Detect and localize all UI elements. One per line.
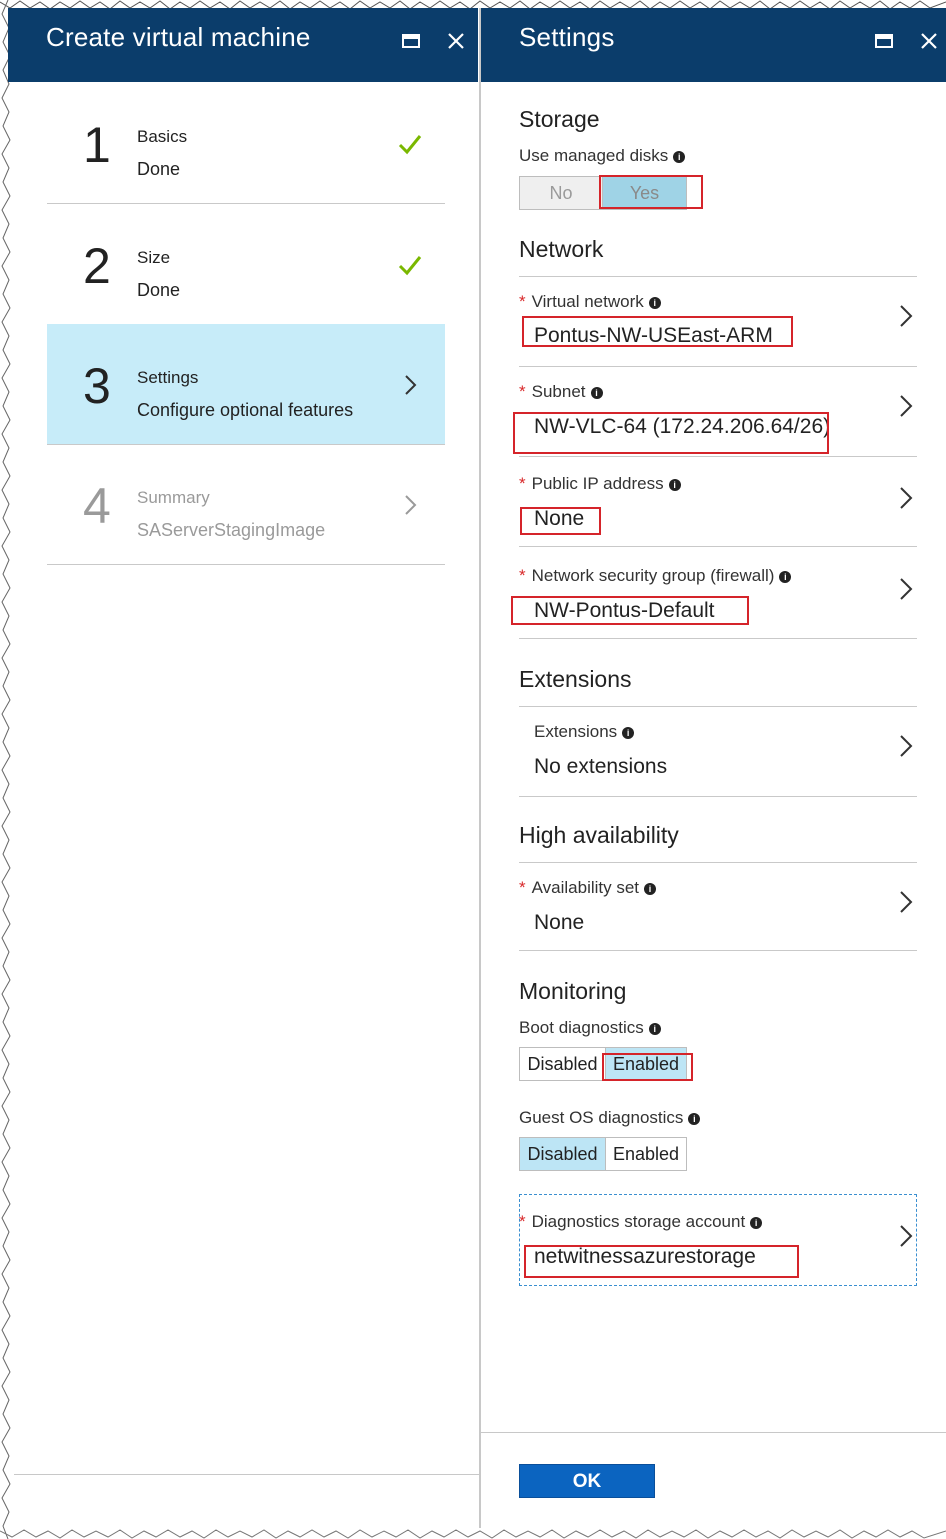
close-icon[interactable] <box>445 30 467 52</box>
chevron-right-icon[interactable] <box>898 733 914 759</box>
info-icon[interactable]: i <box>688 1112 701 1125</box>
high-availability-section-title: High availability <box>519 822 679 848</box>
info-icon[interactable]: i <box>673 150 686 163</box>
info-icon[interactable]: i <box>648 1022 661 1035</box>
boot-diagnostics-label: Boot diagnostics i <box>519 1018 661 1038</box>
info-icon[interactable]: i <box>590 386 603 399</box>
step-summary[interactable]: 4 Summary SAServerStagingImage <box>47 444 445 565</box>
info-icon[interactable]: i <box>779 570 792 583</box>
divider <box>519 276 917 277</box>
step-label: Summary <box>137 488 210 507</box>
managed-disks-label: Use managed disks i <box>519 146 686 166</box>
chevron-right-icon <box>405 495 417 515</box>
annotation-highlight <box>599 175 703 209</box>
toggle-option-enabled[interactable]: Enabled <box>605 1138 686 1170</box>
check-icon <box>398 256 422 276</box>
step-number: 1 <box>83 117 111 173</box>
step-size[interactable]: 2 Size Done <box>47 204 445 325</box>
info-icon[interactable]: i <box>750 1216 763 1229</box>
toggle-option-disabled[interactable]: Disabled <box>520 1138 605 1170</box>
annotation-highlight <box>522 316 793 347</box>
extensions-section-title: Extensions <box>519 666 632 692</box>
torn-edge-bottom <box>0 1529 946 1539</box>
virtual-network-label: * Virtual network i <box>519 292 661 312</box>
settings-footer-divider <box>481 1432 946 1433</box>
availability-set-value[interactable]: None <box>534 911 584 935</box>
toggle-option-no[interactable]: No <box>520 177 602 209</box>
monitoring-section-title: Monitoring <box>519 978 627 1004</box>
close-icon[interactable] <box>918 30 940 52</box>
storage-section-title: Storage <box>519 106 600 132</box>
annotation-highlight <box>602 1053 693 1081</box>
info-icon[interactable]: i <box>644 882 657 895</box>
nsg-label: * Network security group (firewall) i <box>519 566 792 586</box>
extensions-value[interactable]: No extensions <box>534 755 667 779</box>
step-status-text: Done <box>137 159 181 179</box>
extensions-label: Extensions i <box>534 722 635 742</box>
chevron-right-icon[interactable] <box>898 303 914 329</box>
maximize-icon[interactable] <box>873 30 895 52</box>
step-label: Settings <box>137 368 199 387</box>
blade-divider <box>479 8 481 1528</box>
subnet-label: * Subnet i <box>519 382 603 402</box>
chevron-right-icon[interactable] <box>898 576 914 602</box>
step-settings[interactable]: 3 Settings Configure optional features <box>47 324 445 445</box>
check-icon <box>398 135 422 155</box>
settings-blade-header: Settings <box>481 8 946 82</box>
availability-set-label: * Availability set i <box>519 878 657 898</box>
guest-os-diagnostics-toggle[interactable]: Disabled Enabled <box>519 1137 687 1171</box>
info-icon[interactable]: i <box>622 726 635 739</box>
annotation-highlight <box>524 1245 799 1278</box>
divider <box>519 862 917 863</box>
info-icon[interactable]: i <box>648 296 661 309</box>
step-status-text: Configure optional features <box>137 400 354 420</box>
divider <box>519 638 917 639</box>
step-basics[interactable]: 1 Basics Done <box>47 83 445 204</box>
create-vm-blade-header: Create virtual machine <box>8 8 478 82</box>
blade-title: Create virtual machine <box>46 22 311 52</box>
left-footer-divider <box>14 1474 479 1475</box>
step-number: 2 <box>83 238 111 294</box>
divider <box>519 796 917 797</box>
chevron-right-icon[interactable] <box>898 889 914 915</box>
chevron-right-icon[interactable] <box>898 393 914 419</box>
info-icon[interactable]: i <box>668 478 681 491</box>
chevron-right-icon <box>405 375 417 395</box>
toggle-option-disabled[interactable]: Disabled <box>520 1048 605 1080</box>
chevron-right-icon[interactable] <box>898 1223 914 1249</box>
divider <box>519 950 917 951</box>
diagnostics-storage-label: * Diagnostics storage account i <box>519 1212 763 1232</box>
annotation-highlight <box>520 507 601 535</box>
step-status-text: SAServerStagingImage <box>137 520 326 540</box>
torn-edge-left <box>1 0 11 1539</box>
divider <box>519 456 917 457</box>
annotation-highlight <box>513 412 829 454</box>
azure-portal-screenshot: Create virtual machine Settings 1 Basics… <box>0 0 946 1539</box>
maximize-icon[interactable] <box>400 30 422 52</box>
step-number: 4 <box>83 478 111 534</box>
step-label: Basics <box>137 127 188 146</box>
divider <box>519 546 917 547</box>
chevron-right-icon[interactable] <box>898 485 914 511</box>
step-status-text: Done <box>137 280 181 300</box>
step-label: Size <box>137 248 171 267</box>
guest-os-diagnostics-label: Guest OS diagnostics i <box>519 1108 701 1128</box>
divider <box>519 706 917 707</box>
blade-title: Settings <box>519 22 615 52</box>
public-ip-label: * Public IP address i <box>519 474 681 494</box>
step-number: 3 <box>83 358 111 414</box>
annotation-highlight <box>511 596 749 625</box>
divider <box>519 366 917 367</box>
network-section-title: Network <box>519 236 604 262</box>
ok-button[interactable]: OK <box>519 1464 655 1498</box>
